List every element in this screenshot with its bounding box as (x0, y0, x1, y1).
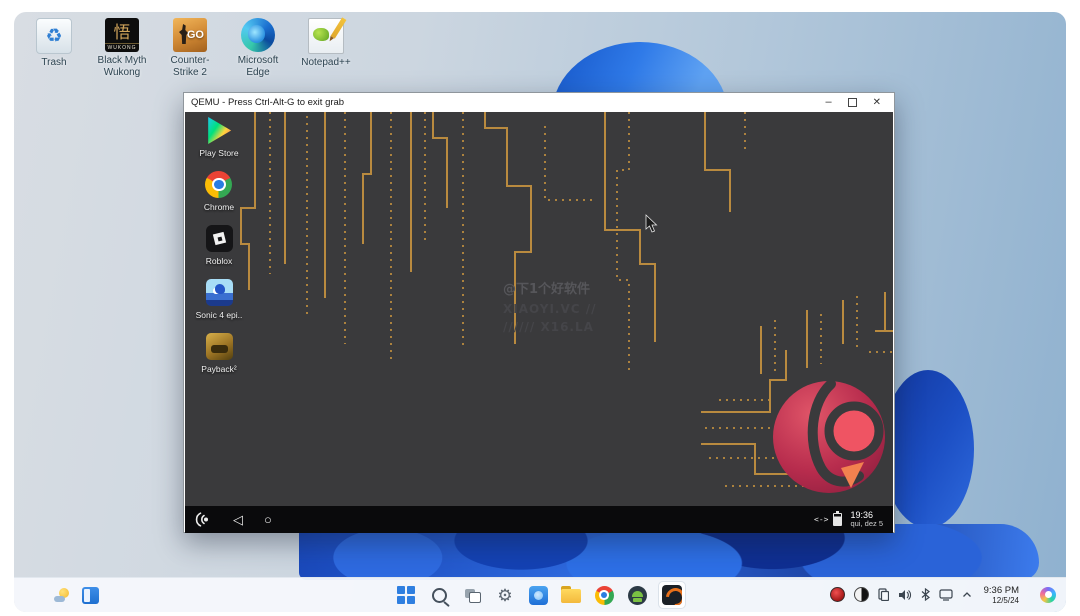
primeos-start-icon[interactable] (195, 511, 212, 528)
desktop-icon-row: ♻ Trash 悟 WUKONG Black Myth Wukong GO Co… (22, 18, 358, 78)
desktop-icon-label: Counter-Strike 2 (158, 55, 222, 78)
wukong-badge: WUKONG (105, 43, 139, 52)
windows-logo-icon (397, 586, 415, 604)
record-indicator-icon[interactable] (830, 587, 845, 602)
android-nav-buttons: ◁ ○ (195, 511, 272, 528)
android-date: qui, dez 5 (850, 520, 883, 529)
start-button[interactable] (394, 583, 418, 607)
chameleon-icon (313, 28, 329, 41)
desktop-icon-label: Microsoft Edge (226, 55, 290, 78)
taskbar-center: ⚙ (394, 581, 686, 609)
bluetooth-icon[interactable] (921, 588, 930, 601)
back-icon[interactable]: ◁ (233, 513, 243, 526)
recycle-bin-icon: ♻ (36, 18, 72, 54)
android-app-column: Play Store Chrome Roblox Sonic 4 epi.. P… (189, 117, 249, 374)
disk-utility-icon[interactable] (854, 587, 869, 602)
qemu-titlebar[interactable]: QEMU - Press Ctrl-Alt-G to exit grab – ✕ (184, 93, 894, 112)
wukong-game-icon: 悟 WUKONG (105, 18, 139, 52)
file-explorer-button[interactable] (559, 583, 583, 607)
microsoft-store-icon (529, 586, 548, 605)
copilot-icon[interactable] (1040, 587, 1056, 603)
minimize-icon[interactable]: – (825, 97, 831, 108)
taskbar-time: 9:36 PM (984, 585, 1019, 596)
windows-desktop: ♻ Trash 悟 WUKONG Black Myth Wukong GO Co… (14, 12, 1066, 612)
battery-icon (833, 513, 842, 526)
clipboard-icon[interactable] (878, 588, 889, 601)
usb-connection-icon: <-> (814, 515, 828, 524)
watermark-line2: XIAOYI.VC // (503, 300, 597, 318)
watermark-line1: @下1个好软件 (503, 280, 597, 300)
volume-icon[interactable] (898, 589, 912, 601)
home-icon[interactable]: ○ (264, 513, 272, 526)
close-icon[interactable]: ✕ (873, 98, 881, 108)
wallpaper-watermark: @下1个好软件 XIAOYI.VC // ////// X16.LA (503, 280, 597, 336)
android-app-label: Payback² (201, 364, 236, 374)
soldier-silhouette-icon (179, 24, 188, 44)
android-app-sonic4[interactable]: Sonic 4 epi.. (196, 279, 243, 320)
edge-browser-icon (241, 18, 275, 52)
desktop-icon-microsoft-edge[interactable]: Microsoft Edge (226, 18, 290, 78)
task-view-button[interactable] (460, 583, 484, 607)
android-app-label: Sonic 4 epi.. (196, 310, 243, 320)
wallpaper-bloom-petal-right (882, 370, 974, 528)
taskbar-clock[interactable]: 9:36 PM 12/5/24 (984, 585, 1019, 606)
desktop-icon-label: Black Myth Wukong (90, 55, 154, 78)
android-screen: Play Store Chrome Roblox Sonic 4 epi.. P… (185, 112, 893, 506)
microsoft-store-button[interactable] (526, 583, 550, 607)
pencil-icon (331, 17, 347, 38)
qemu-taskbar-button-active[interactable] (658, 581, 686, 609)
android-clock[interactable]: 19:36 qui, dez 5 (850, 510, 883, 529)
sonic4-icon (206, 279, 233, 306)
qemu-window-title: QEMU - Press Ctrl-Alt-G to exit grab (191, 97, 825, 108)
roblox-icon (206, 225, 233, 252)
notepad-plus-plus-icon (308, 18, 344, 54)
hidden-icons-chevron[interactable] (962, 591, 972, 598)
window-controls: – ✕ (825, 97, 881, 108)
android-app-chrome[interactable]: Chrome (204, 171, 234, 212)
desktop-icon-notepad-plus-plus[interactable]: Notepad++ (294, 18, 358, 78)
qemu-window: QEMU - Press Ctrl-Alt-G to exit grab – ✕ (183, 92, 895, 533)
android-app-payback2[interactable]: Payback² (201, 333, 236, 374)
taskbar-left (54, 587, 99, 604)
cs2-go-text: GO (187, 29, 204, 41)
gear-icon: ⚙ (497, 587, 512, 604)
widgets-panel-icon[interactable] (82, 587, 99, 604)
cs2-game-icon: GO (173, 18, 207, 52)
chrome-taskbar-button[interactable] (592, 583, 616, 607)
desktop-icon-black-myth-wukong[interactable]: 悟 WUKONG Black Myth Wukong (90, 18, 154, 78)
chrome-icon (205, 171, 232, 198)
android-app-roblox[interactable]: Roblox (206, 225, 233, 266)
mouse-cursor (644, 214, 660, 234)
task-view-icon (465, 589, 479, 601)
watermark-line3: ////// X16.LA (503, 318, 597, 336)
maximize-icon[interactable] (848, 98, 857, 107)
payback2-icon (206, 333, 233, 360)
qemu-icon (662, 585, 682, 605)
cast-display-icon[interactable] (939, 589, 953, 601)
android-status-area[interactable]: <-> 19:36 qui, dez 5 (814, 510, 883, 529)
settings-button[interactable]: ⚙ (493, 583, 517, 607)
weather-widget-icon[interactable] (54, 587, 70, 603)
android-navbar: ◁ ○ <-> 19:36 qui, dez 5 (185, 506, 893, 533)
search-icon (432, 588, 447, 603)
play-store-icon (206, 117, 233, 144)
taskbar-date: 12/5/24 (992, 596, 1019, 606)
android-app-label: Play Store (199, 148, 238, 158)
desktop-icon-label: Notepad++ (301, 57, 351, 69)
folder-icon (561, 589, 581, 604)
system-tray: 9:36 PM 12/5/24 (830, 585, 1056, 606)
desktop-icon-label: Trash (41, 57, 66, 69)
android-app-label: Roblox (206, 256, 232, 266)
desktop-icon-counter-strike-2[interactable]: GO Counter-Strike 2 (158, 18, 222, 78)
desktop-icon-trash[interactable]: ♻ Trash (22, 18, 86, 78)
wukong-calligraphy: 悟 (114, 25, 131, 42)
android-droid-icon (628, 586, 647, 605)
windows-taskbar: ⚙ (14, 577, 1066, 612)
primeos-logo (771, 376, 893, 498)
android-app-play-store[interactable]: Play Store (199, 117, 238, 158)
search-button[interactable] (427, 583, 451, 607)
android-emulator-button[interactable] (625, 583, 649, 607)
android-app-label: Chrome (204, 202, 234, 212)
chrome-icon (595, 586, 614, 605)
